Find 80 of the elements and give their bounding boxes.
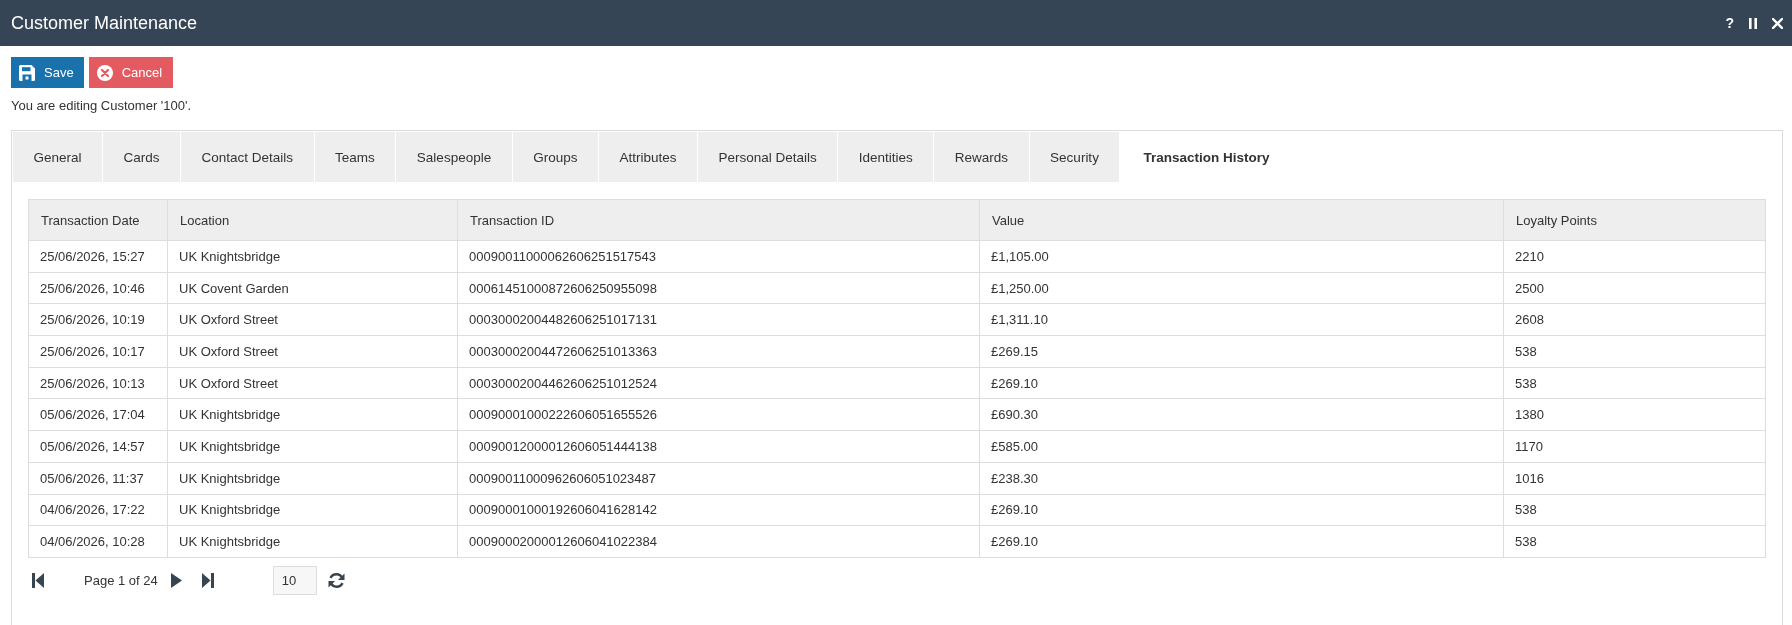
tab[interactable]: Personal Details [698,132,839,182]
table-cell: UK Knightsbridge [167,240,458,273]
table-cell: £1,105.00 [979,240,1504,273]
table-cell: 25/06/2026, 10:13 [28,367,168,399]
table-cell: 00061451000872606250955098 [457,272,980,304]
help-button[interactable]: ? [1725,16,1734,30]
column-header[interactable]: Value [979,199,1504,241]
table-cell: UK Knightsbridge [167,525,458,558]
tab[interactable]: Attributes [598,132,698,182]
table-cell: £269.15 [979,335,1504,368]
table-cell: 05/06/2026, 11:37 [28,462,168,494]
table-cell: 04/06/2026, 10:28 [28,525,168,558]
tab[interactable]: Teams [314,132,397,182]
table-cell: 00090001000222606051655526 [457,398,980,431]
table-cell: 2608 [1503,303,1766,336]
cancel-button[interactable]: Cancel [88,57,174,88]
table-cell: 25/06/2026, 15:27 [28,240,168,273]
close-icon[interactable] [1772,17,1783,29]
table-cell: UK Knightsbridge [167,430,458,463]
tab[interactable]: Rewards [934,132,1030,182]
column-header[interactable]: Transaction Date [28,199,168,241]
table-cell: UK Oxford Street [167,335,458,368]
refresh-icon[interactable] [327,571,345,589]
table-cell: UK Covent Garden [167,272,458,304]
table-cell: 538 [1503,525,1766,558]
editing-message: You are editing Customer '100'. [11,98,193,113]
table-cell: 25/06/2026, 10:46 [28,272,168,304]
tab[interactable]: Identities [838,132,935,182]
table-cell: 2500 [1503,272,1766,304]
table-cell: UK Oxford Street [167,303,458,336]
tab[interactable]: Groups [512,132,599,182]
table-cell: 2210 [1503,240,1766,273]
table-cell: £269.10 [979,367,1504,399]
table-cell: 538 [1503,494,1766,526]
table-cell: £269.10 [979,494,1504,526]
tab[interactable]: Contact Details [181,132,315,182]
tab[interactable]: General [13,132,104,182]
x-circle-icon [96,64,113,81]
table-cell: UK Knightsbridge [167,398,458,431]
table-cell: UK Knightsbridge [167,494,458,526]
first-page-icon[interactable] [32,572,44,588]
table-cell: 00090011000962606051023487 [457,462,980,494]
column-header[interactable]: Transaction ID [457,199,980,241]
table-cell: UK Oxford Street [167,367,458,399]
table-cell: 1016 [1503,462,1766,494]
tab[interactable]: Salespeople [396,132,513,182]
page-info: Page 1 of 24 [84,572,158,588]
tab[interactable]: Cards [103,132,182,182]
table-cell: 00030002004482606251017131 [457,303,980,336]
table-cell: UK Knightsbridge [167,462,458,494]
table-cell: 05/06/2026, 14:57 [28,430,168,463]
last-page-icon[interactable] [201,572,214,588]
table-cell: £585.00 [979,430,1504,463]
table-cell: £269.10 [979,525,1504,558]
table-cell: 25/06/2026, 10:19 [28,303,168,336]
column-header[interactable]: Location [167,199,458,241]
table-cell: 25/06/2026, 10:17 [28,335,168,368]
table-cell: 04/06/2026, 17:22 [28,494,168,526]
tab[interactable]: Security [1029,132,1121,182]
table-cell: 538 [1503,367,1766,399]
table-cell: 1170 [1503,430,1766,463]
table-cell: 00030002004462606251012524 [457,367,980,399]
save-button[interactable]: Save [11,57,84,88]
table-cell: 538 [1503,335,1766,368]
table-cell: 00030002004472606251013363 [457,335,980,368]
pause-icon[interactable] [1749,17,1757,29]
table-cell: 00090001000192606041628142 [457,494,980,526]
table-cell: 00090011000062606251517543 [457,240,980,273]
table-cell: 00090002000012606041022384 [457,525,980,558]
window-title: Customer Maintenance [11,12,198,34]
table-cell: £690.30 [979,398,1504,431]
table-cell: 1380 [1503,398,1766,431]
next-page-icon[interactable] [170,572,182,588]
page-size-field[interactable]: 10 [272,565,317,595]
table-cell: 00090012000012606051444138 [457,430,980,463]
table-cell: £1,250.00 [979,272,1504,304]
table-cell: 05/06/2026, 17:04 [28,398,168,431]
table-cell: £238.30 [979,462,1504,494]
table-cell: £1,311.10 [979,303,1504,336]
column-header[interactable]: Loyalty Points [1503,199,1766,241]
